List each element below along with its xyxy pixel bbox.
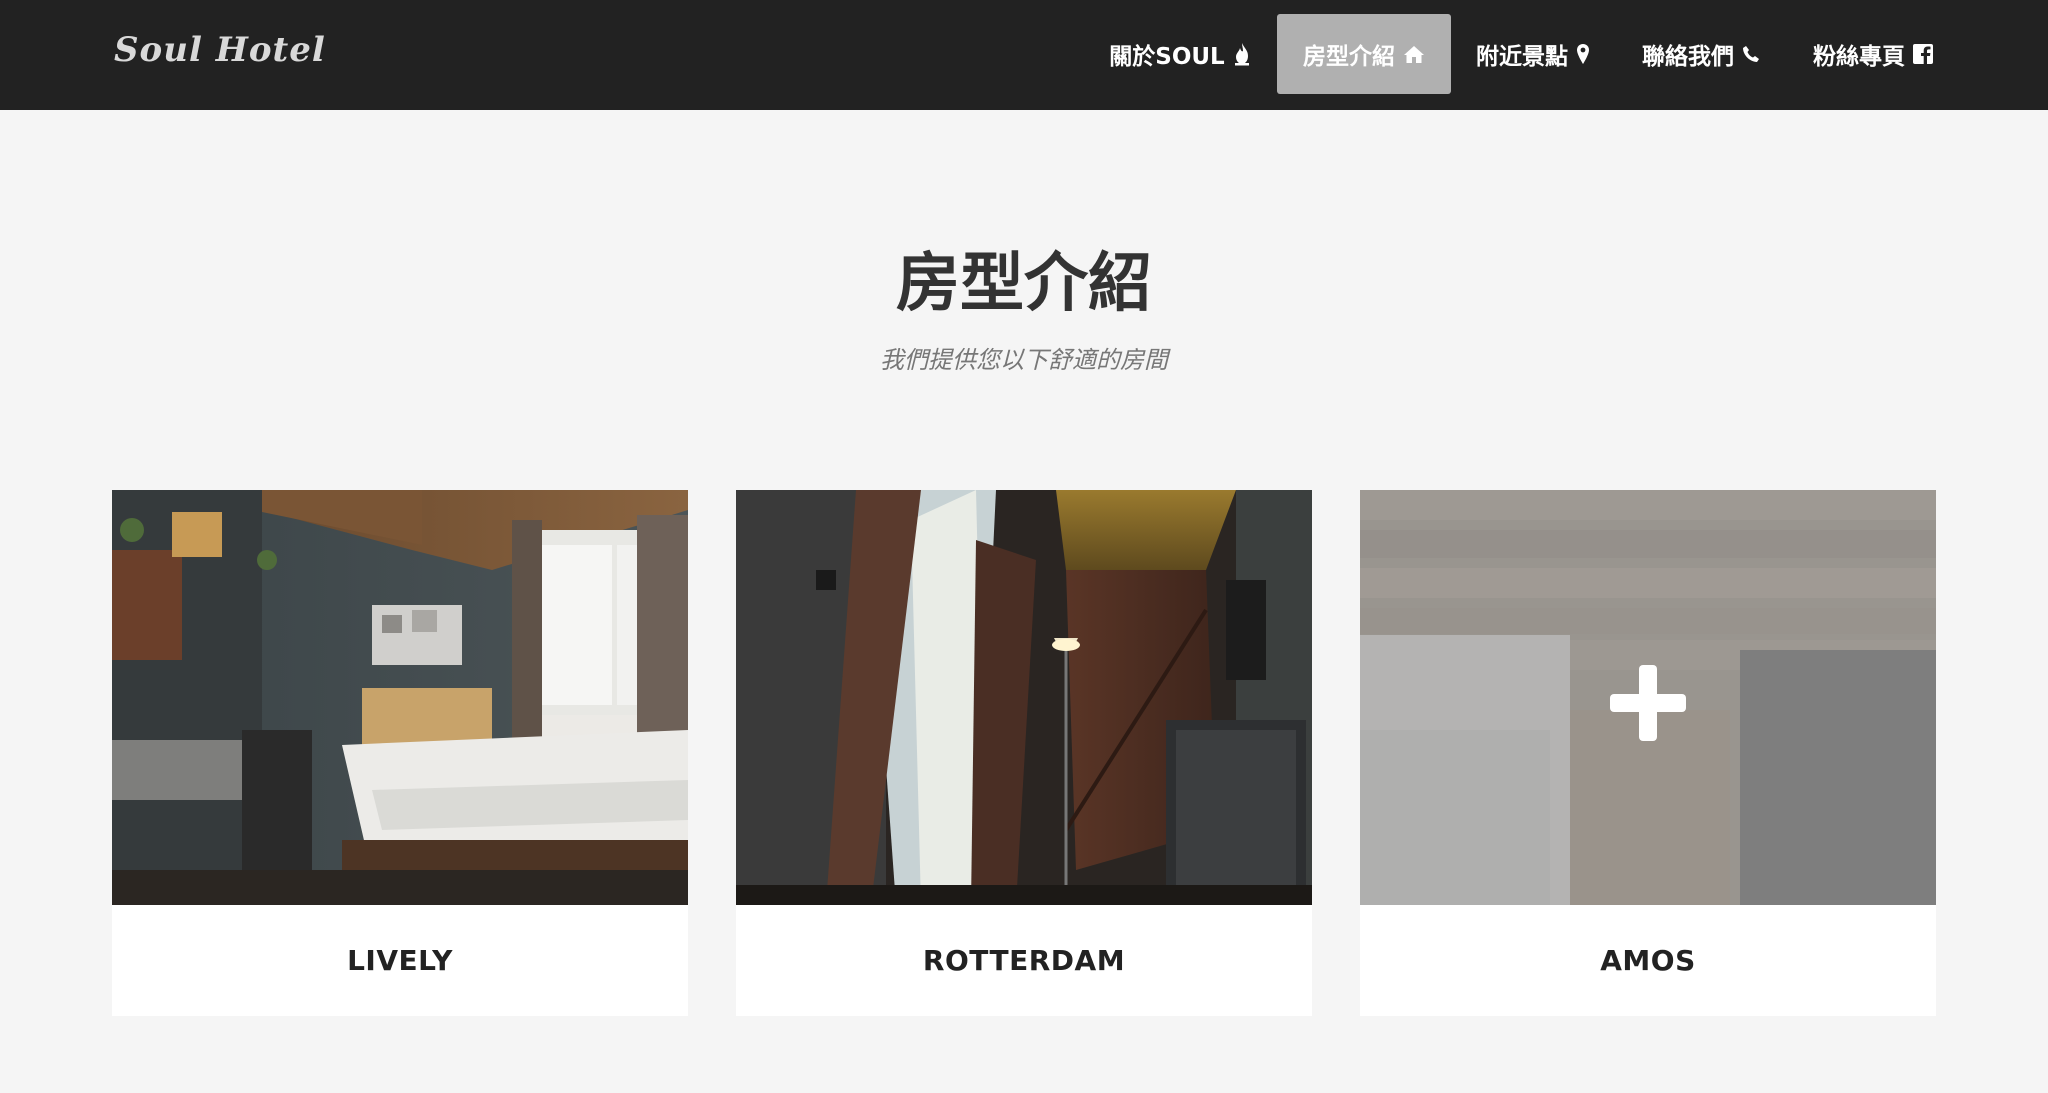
home-icon [1403,44,1425,64]
room-photo-lively[interactable] [112,490,688,905]
nav-item-label: 聯絡我們 [1642,44,1734,70]
room-card-amos[interactable]: AMOS [1360,490,1936,1016]
room-card-lively[interactable]: LIVELY [112,490,688,1016]
map-marker-icon [1576,43,1590,65]
fire-icon [1233,42,1251,66]
phone-icon [1742,45,1760,63]
nav-item-attractions[interactable]: 附近景點 [1470,14,1596,94]
nav-item-fanpage[interactable]: 粉絲專頁 [1808,14,1938,94]
room-name: ROTTERDAM [922,944,1126,977]
facebook-icon [1913,44,1933,64]
plus-icon[interactable] [1610,665,1686,745]
nav-item-label: 房型介紹 [1303,44,1395,70]
section-subtitle: 我們提供您以下舒適的房間 [880,346,1168,374]
nav-item-label: 附近景點 [1476,44,1568,70]
nav-item-contact[interactable]: 聯絡我們 [1636,14,1766,94]
room-name: AMOS [1600,944,1696,977]
nav-item-label: 粉絲專頁 [1813,44,1905,70]
nav-item-about[interactable]: 關於SOUL [1100,14,1260,94]
navbar: Soul Hotel 關於SOUL 房型介紹 附近景點 聯絡我們 粉絲專頁 [0,0,2048,110]
room-card-rotterdam[interactable]: ROTTERDAM [736,490,1312,1016]
brand-logo[interactable]: Soul Hotel [114,30,326,70]
room-photo-rotterdam[interactable] [736,490,1312,905]
section-title: 房型介紹 [896,247,1152,321]
nav-item-rooms[interactable]: 房型介紹 [1277,14,1451,94]
nav-item-label: 關於SOUL [1109,44,1225,70]
room-name: LIVELY [347,944,453,977]
room-photo-amos[interactable] [1360,490,1936,905]
